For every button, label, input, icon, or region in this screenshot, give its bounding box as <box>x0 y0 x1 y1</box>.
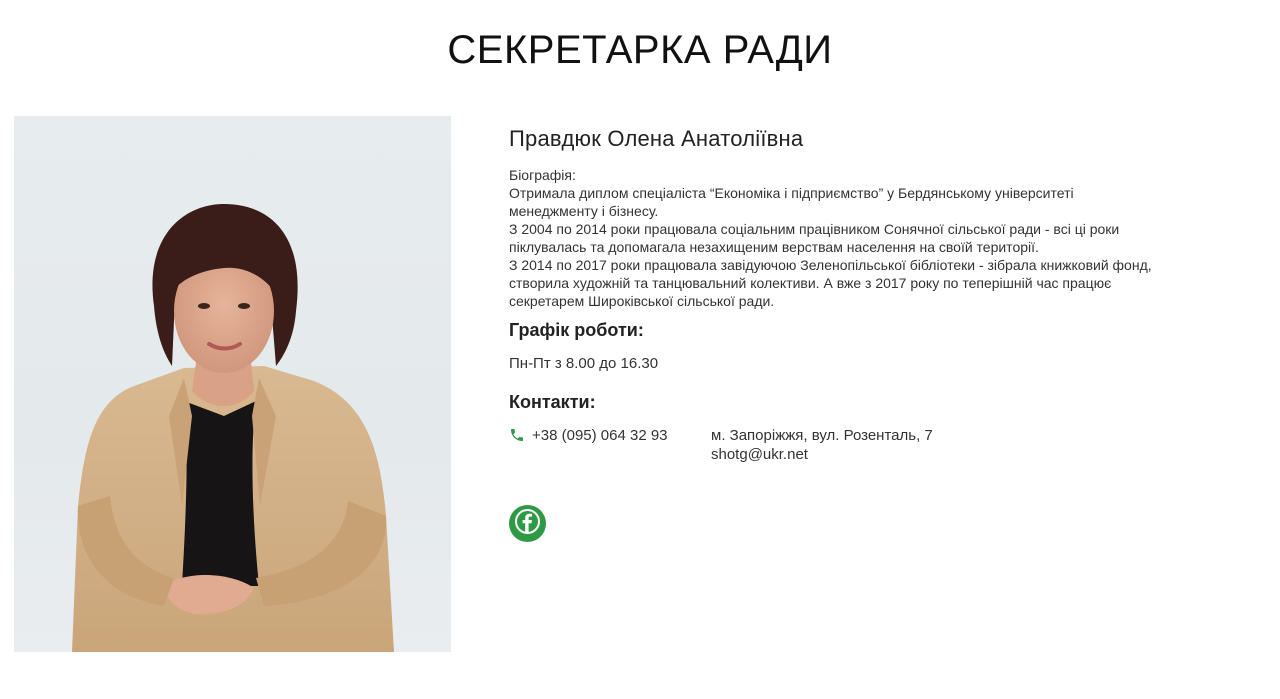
bio-line: Отримала диплом спеціаліста “Економіка і… <box>509 185 1074 201</box>
bio-line: створила художній та танцювальний колект… <box>509 275 1112 291</box>
bio-line: З 2014 по 2017 роки працювала завідуючою… <box>509 257 1152 273</box>
address-block: м. Запоріжжя, вул. Розенталь, 7 shotg@uk… <box>711 426 933 464</box>
address-text: м. Запоріжжя, вул. Розенталь, 7 <box>711 427 933 444</box>
contacts-row: +38 (095) 064 32 93 м. Запоріжжя, вул. Р… <box>509 426 1274 464</box>
facebook-button[interactable] <box>509 505 546 542</box>
bio-line: З 2004 по 2014 роки працювала соціальним… <box>509 221 1120 237</box>
person-photo <box>14 116 451 652</box>
bio-line: менеджменту і бізнесу. <box>509 203 659 219</box>
schedule-value: Пн-Пт з 8.00 до 16.30 <box>509 355 659 372</box>
bio-heading: Біографія: <box>509 167 576 183</box>
phone-link[interactable]: +38 (095) 064 32 93 <box>509 426 711 464</box>
page-title: СЕКРЕТАРКА РАДИ <box>447 28 833 72</box>
phone-number: +38 (095) 064 32 93 <box>532 427 668 444</box>
phone-icon <box>509 427 525 443</box>
contacts-title: Контакти: <box>509 392 596 412</box>
bio-line: піклувалась та допомагала незахищеним ве… <box>509 239 1039 255</box>
person-info: Правдюк Олена Анатоліївна Біографія: Отр… <box>509 126 1274 464</box>
facebook-icon <box>514 508 541 540</box>
person-name: Правдюк Олена Анатоліївна <box>509 126 804 151</box>
bio-line: секретарем Широківської сільської ради. <box>509 293 775 309</box>
email-link[interactable]: shotg@ukr.net <box>711 445 933 464</box>
schedule-title: Графік роботи: <box>509 320 644 340</box>
